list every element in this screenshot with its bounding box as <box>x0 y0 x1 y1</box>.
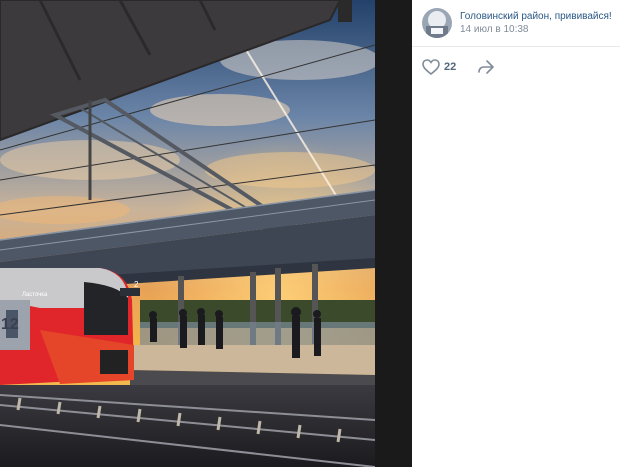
like-button[interactable]: 22 <box>422 59 456 75</box>
post-actions: 22 <box>412 47 620 89</box>
like-count: 22 <box>444 61 457 73</box>
train-badge: Ласточка <box>22 292 48 298</box>
viewer-gap <box>375 0 412 467</box>
post-photo[interactable]: Ласточка 12 2 <box>0 0 375 467</box>
share-arrow-icon <box>478 60 494 74</box>
post-info-panel: Головинский район, прививайся! 14 июл в … <box>412 0 620 467</box>
heart-icon <box>422 59 440 75</box>
community-avatar[interactable] <box>422 8 452 38</box>
avatar-image <box>422 8 452 38</box>
train-car-number: 12 <box>1 316 19 333</box>
share-button[interactable] <box>477 59 495 80</box>
post-date[interactable]: 14 июл в 10:38 <box>460 24 529 35</box>
post-author-link[interactable]: Головинский район, прививайся! <box>460 11 612 22</box>
station-sunset-photo <box>0 0 375 467</box>
platform-sign: 2 <box>134 280 139 289</box>
post-header: Головинский район, прививайся! 14 июл в … <box>412 0 620 47</box>
